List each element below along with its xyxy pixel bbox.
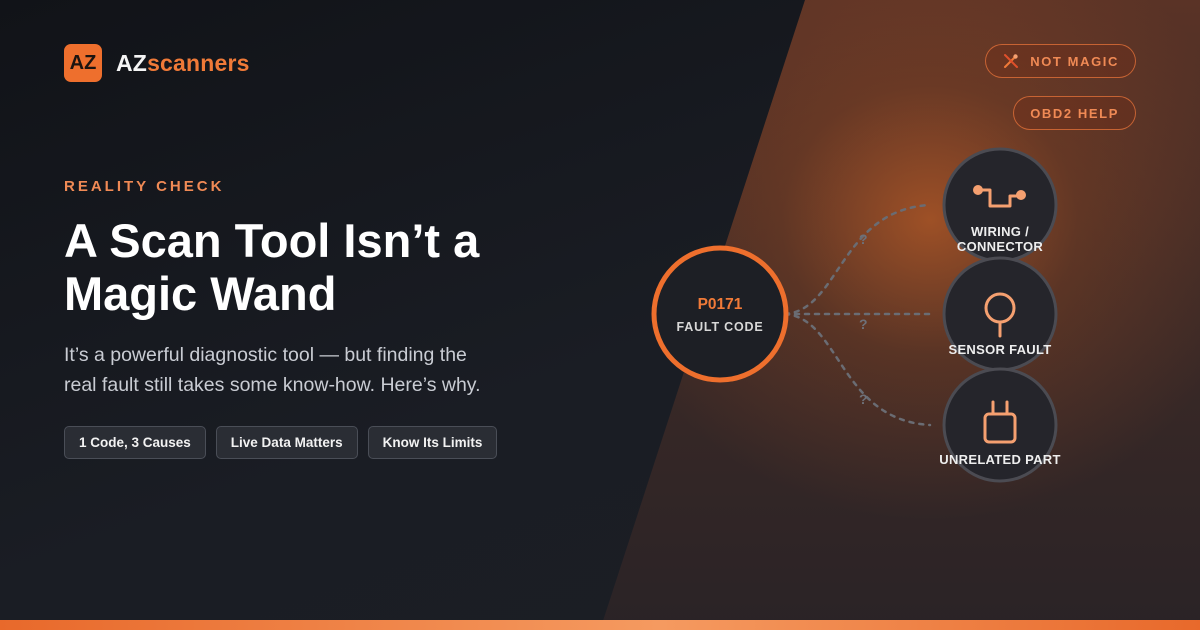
fault-code-value: P0171 [697, 296, 743, 313]
fault-code-label: FAULT CODE [676, 320, 764, 334]
unknown-mark-3: ? [859, 391, 868, 407]
unknown-mark-1: ? [859, 231, 868, 247]
connector-line-unrelated [783, 312, 932, 427]
cause-label-unrelated: UNRELATED PART [939, 452, 1061, 467]
connector-line-wiring [783, 203, 932, 316]
cause-label-wiring-line-2: CONNECTOR [956, 239, 1044, 254]
connector-lines [783, 203, 932, 427]
fault-diagram [651, 147, 1058, 483]
page: AZ AZscanners NOT MAGIC OBD2 HELP REALIT… [0, 0, 1200, 630]
unknown-mark-2: ? [859, 316, 868, 332]
cause-label-wiring: WIRING / CONNECTOR [930, 224, 1070, 254]
bottom-accent-bar [0, 620, 1200, 630]
cause-label-wiring-line-1: WIRING / [970, 224, 1029, 239]
fault-code-node[interactable] [651, 245, 789, 383]
cause-label-sensor: SENSOR FAULT [948, 342, 1052, 357]
